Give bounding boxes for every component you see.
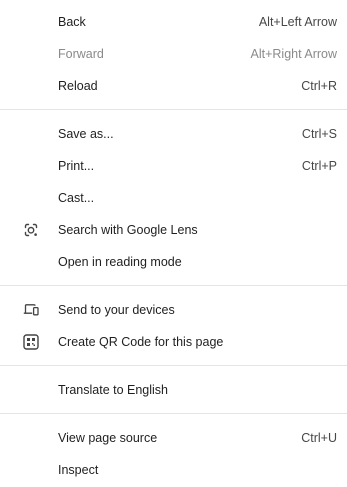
menu-item-reading-mode[interactable]: Open in reading mode (0, 246, 347, 278)
menu-item-google-lens[interactable]: Search with Google Lens (0, 214, 347, 246)
menu-item-shortcut: Ctrl+U (301, 431, 337, 445)
menu-item-back[interactable]: Back Alt+Left Arrow (0, 6, 347, 38)
menu-separator (0, 285, 347, 286)
menu-item-inspect[interactable]: Inspect (0, 454, 347, 486)
devices-icon (22, 301, 40, 319)
menu-item-label: Reload (58, 79, 98, 93)
menu-item-shortcut: Ctrl+S (301, 127, 337, 141)
menu-item-label: Cast... (58, 191, 95, 205)
menu-item-shortcut: Ctrl+R (301, 79, 337, 93)
context-menu: Back Alt+Left Arrow Forward Alt+Right Ar… (0, 0, 347, 487)
menu-separator (0, 365, 347, 366)
menu-item-label: Create QR Code for this page (58, 335, 224, 349)
menu-separator (0, 109, 347, 110)
menu-item-label: Save as... (58, 127, 114, 141)
menu-separator (0, 413, 347, 414)
qr-code-icon (22, 333, 40, 351)
menu-item-translate[interactable]: Translate to English (0, 374, 347, 406)
menu-item-label: Search with Google Lens (58, 223, 198, 237)
menu-item-forward[interactable]: Forward Alt+Right Arrow (0, 38, 347, 70)
menu-item-label: View page source (58, 431, 158, 445)
menu-item-shortcut: Alt+Left Arrow (258, 15, 337, 29)
menu-item-qr-code[interactable]: Create QR Code for this page (0, 326, 347, 358)
menu-item-reload[interactable]: Reload Ctrl+R (0, 70, 347, 102)
menu-item-label: Inspect (58, 463, 99, 477)
menu-item-view-source[interactable]: View page source Ctrl+U (0, 422, 347, 454)
menu-item-label: Open in reading mode (58, 255, 182, 269)
menu-item-label: Print... (58, 159, 95, 173)
menu-item-label: Forward (58, 47, 104, 61)
menu-item-shortcut: Ctrl+P (301, 159, 337, 173)
menu-item-save-as[interactable]: Save as... Ctrl+S (0, 118, 347, 150)
menu-item-shortcut: Alt+Right Arrow (250, 47, 338, 61)
menu-item-label: Translate to English (58, 383, 169, 397)
menu-item-cast[interactable]: Cast... (0, 182, 347, 214)
menu-item-print[interactable]: Print... Ctrl+P (0, 150, 347, 182)
menu-item-label: Send to your devices (58, 303, 175, 317)
google-lens-icon (22, 221, 40, 239)
menu-item-send-to-devices[interactable]: Send to your devices (0, 294, 347, 326)
menu-item-label: Back (58, 15, 86, 29)
